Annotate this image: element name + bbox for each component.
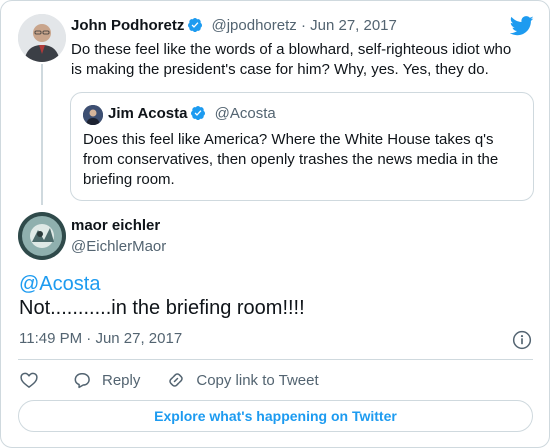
quoted-author-handle: @Acosta [214, 105, 276, 122]
tweet-date: Jun 27, 2017 [95, 330, 183, 347]
quoted-tweet[interactable]: Jim Acosta @Acosta Does this feel like A… [70, 92, 534, 201]
reply-label: Reply [102, 371, 141, 389]
person-silhouette-icon [83, 105, 103, 125]
quoted-tweet-header: Jim Acosta @Acosta [108, 105, 276, 122]
parent-date-separator: · [300, 17, 306, 34]
main-author-handle[interactable]: @EichlerMaor [71, 238, 166, 255]
tweet-time: 11:49 PM [19, 330, 83, 347]
main-author-handle-wrap: @EichlerMaor [71, 238, 166, 255]
avatar-jpodhoretz[interactable] [18, 14, 66, 62]
quoted-author-name: Jim Acosta [108, 105, 188, 122]
tweet-embed-card: John Podhoretz @jpodhoretz · Jun 27, 201… [0, 0, 550, 448]
avatar-eichlermaor[interactable] [18, 212, 66, 260]
main-tweet-text: @Acosta Not...........in the briefing ro… [19, 272, 529, 320]
copy-link-label: Copy link to Tweet [196, 371, 319, 389]
person-silhouette-icon [18, 14, 66, 62]
link-icon [169, 373, 184, 387]
like-button[interactable] [19, 370, 39, 390]
verified-badge-icon [188, 18, 203, 33]
reply-bubble-icon [74, 373, 90, 389]
thread-connector [41, 64, 43, 205]
timestamp-separator: · [86, 330, 92, 347]
quoted-tweet-text: Does this feel like America? Where the W… [83, 131, 499, 188]
tweet-actions: Reply Copy link to Tweet [19, 369, 319, 391]
main-tweet-body: Not...........in the briefing room!!!! [19, 297, 305, 319]
tweet-timestamp[interactable]: 11:49 PM · Jun 27, 2017 [19, 330, 182, 347]
profile-photo-icon [18, 212, 66, 260]
heart-icon [20, 372, 38, 388]
explore-twitter-button[interactable]: Explore what's happening on Twitter [18, 400, 533, 432]
main-author-name-wrap: maor eichler [71, 217, 160, 234]
parent-author-handle[interactable]: @jpodhoretz [212, 17, 297, 34]
parent-tweet-header: John Podhoretz @jpodhoretz · Jun 27, 201… [71, 17, 397, 34]
info-icon[interactable] [512, 330, 532, 350]
twitter-bird-icon[interactable] [510, 16, 534, 36]
divider [18, 359, 533, 360]
copy-link-button[interactable]: Copy link to Tweet [166, 370, 319, 390]
reply-button[interactable]: Reply [72, 370, 140, 390]
parent-tweet-text: Do these feel like the words of a blowha… [71, 41, 512, 78]
mention-link[interactable]: @Acosta [19, 273, 100, 295]
parent-tweet-date[interactable]: Jun 27, 2017 [310, 17, 397, 34]
verified-badge-icon [191, 106, 206, 121]
parent-author-name[interactable]: John Podhoretz [71, 17, 184, 34]
avatar-acosta [83, 105, 103, 125]
main-author-name[interactable]: maor eichler [71, 217, 160, 234]
